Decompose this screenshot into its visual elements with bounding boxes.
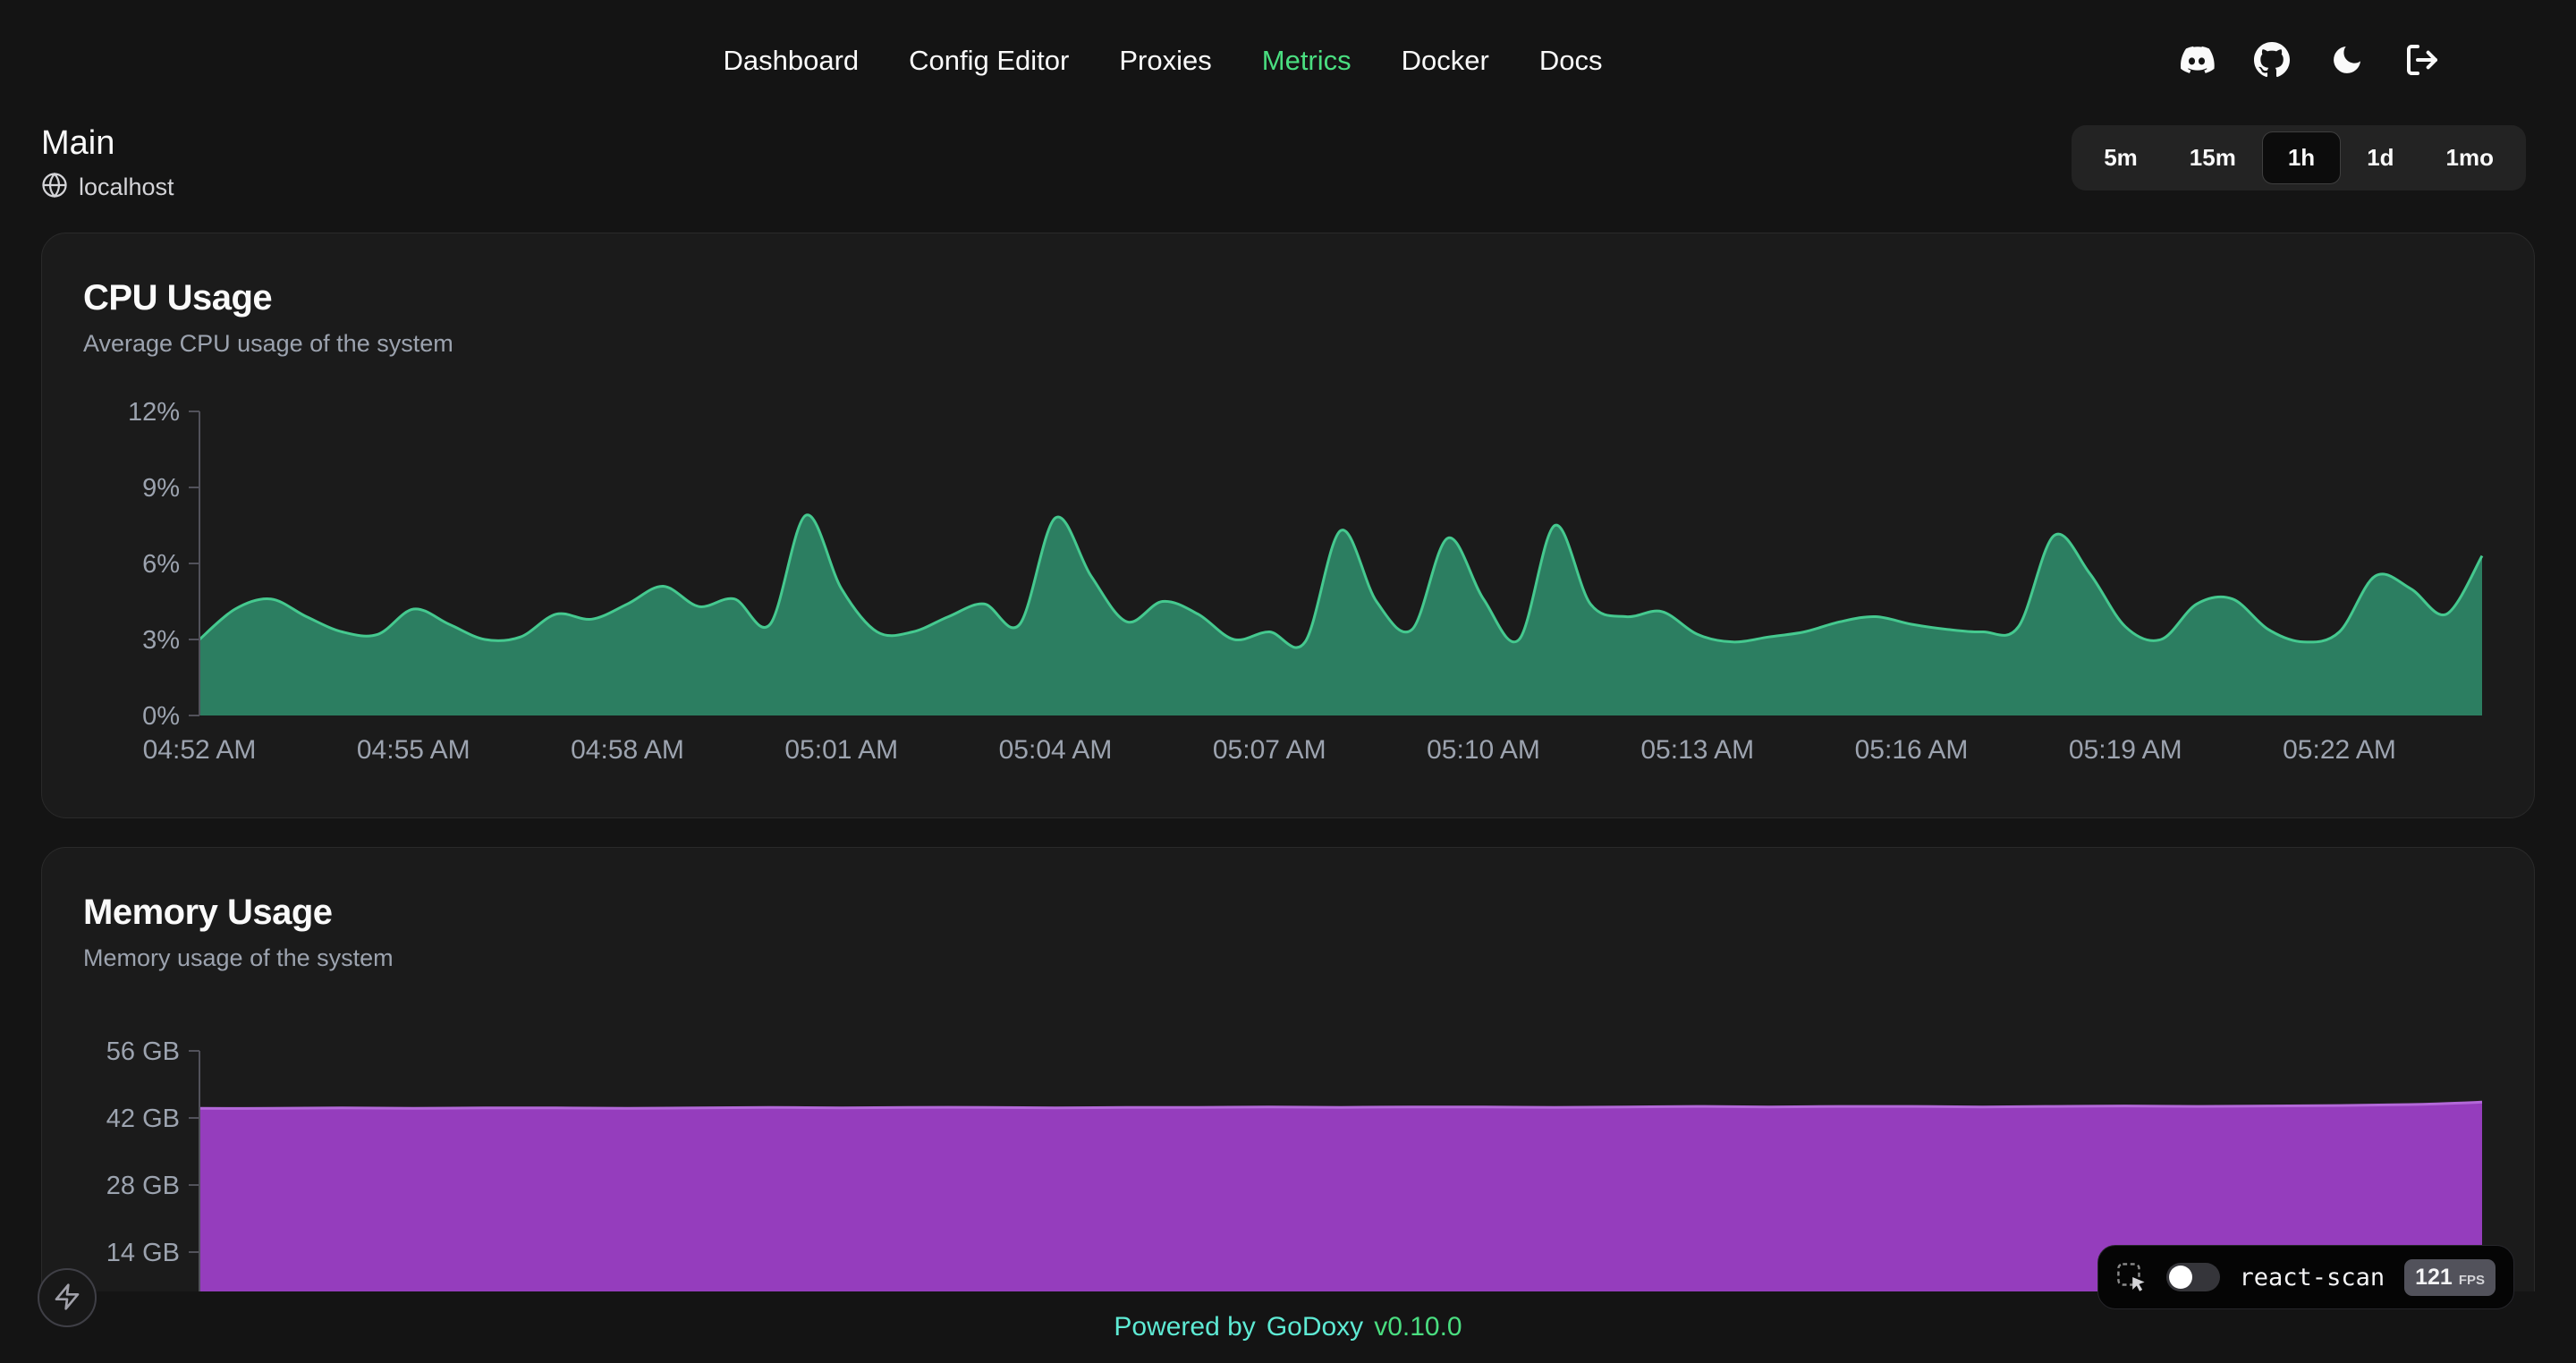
cpu-y-tick-label: 9% bbox=[142, 474, 180, 503]
memory-y-tick-label: 56 GB bbox=[106, 1037, 180, 1066]
theme-toggle-button[interactable] bbox=[2327, 41, 2367, 80]
main-nav: Dashboard Config Editor Proxies Metrics … bbox=[724, 45, 1603, 77]
time-range-1d[interactable]: 1d bbox=[2341, 131, 2419, 184]
memory-card-title: Memory Usage bbox=[83, 893, 2493, 933]
page-title: Main bbox=[41, 122, 174, 165]
fps-badge: 121 FPS bbox=[2404, 1259, 2496, 1296]
github-button[interactable] bbox=[2252, 41, 2292, 80]
cpu-x-tick-label: 05:04 AM bbox=[999, 735, 1113, 765]
top-icon-group bbox=[2177, 0, 2442, 122]
cpu-y-tick-label: 12% bbox=[128, 398, 180, 427]
fps-unit: FPS bbox=[2459, 1273, 2485, 1288]
time-range-5m[interactable]: 5m bbox=[2078, 131, 2164, 184]
time-range-1h[interactable]: 1h bbox=[2262, 131, 2341, 184]
nav-docs[interactable]: Docs bbox=[1539, 45, 1603, 77]
host-row: localhost bbox=[41, 172, 174, 203]
discord-icon bbox=[2179, 42, 2215, 80]
cpu-usage-chart: 0% 3% 6% 9% 12% 04:52 AM 04:55 AM 04:58 AM 05:01… bbox=[83, 394, 2496, 778]
memory-y-tick-label: 42 GB bbox=[106, 1105, 180, 1133]
globe-icon bbox=[41, 172, 68, 203]
cpu-x-tick-label: 05:22 AM bbox=[2283, 735, 2396, 765]
cpu-x-tick-label: 05:19 AM bbox=[2069, 735, 2182, 765]
memory-card-subtitle: Memory usage of the system bbox=[83, 944, 2493, 972]
title-block: Main localhost bbox=[41, 122, 174, 203]
nav-docker[interactable]: Docker bbox=[1402, 45, 1489, 77]
quick-actions-button[interactable] bbox=[38, 1268, 97, 1327]
cpu-y-tick-label: 3% bbox=[142, 626, 180, 655]
page-header: Main localhost 5m 15m 1h 1d 1mo bbox=[0, 122, 2576, 203]
top-bar: Dashboard Config Editor Proxies Metrics … bbox=[0, 0, 2576, 122]
cpu-usage-card: CPU Usage Average CPU usage of the syste… bbox=[41, 233, 2535, 818]
time-range-15m[interactable]: 15m bbox=[2164, 131, 2262, 184]
inspect-icon[interactable] bbox=[2116, 1262, 2147, 1292]
time-range-1mo[interactable]: 1mo bbox=[2420, 131, 2520, 184]
memory-y-tick-label: 28 GB bbox=[106, 1172, 180, 1200]
cpu-x-tick-label: 05:13 AM bbox=[1640, 735, 1754, 765]
logout-button[interactable] bbox=[2402, 41, 2442, 80]
logout-icon bbox=[2404, 42, 2440, 80]
memory-y-tick-label: 14 GB bbox=[106, 1239, 180, 1267]
time-range-selector: 5m 15m 1h 1d 1mo bbox=[2072, 125, 2526, 190]
react-scan-label: react-scan bbox=[2240, 1264, 2385, 1291]
cpu-x-tick-label: 05:16 AM bbox=[1855, 735, 1969, 765]
powered-by-text: Powered by bbox=[1114, 1312, 1255, 1342]
cpu-card-subtitle: Average CPU usage of the system bbox=[83, 329, 2493, 358]
cpu-x-tick-label: 04:55 AM bbox=[357, 735, 470, 765]
react-scan-toggle[interactable] bbox=[2166, 1263, 2220, 1291]
zap-icon bbox=[53, 1283, 81, 1314]
godoxy-link[interactable]: GoDoxy bbox=[1267, 1312, 1363, 1342]
toggle-knob bbox=[2169, 1266, 2192, 1289]
cpu-x-tick-label: 04:58 AM bbox=[571, 735, 684, 765]
cpu-x-tick-label: 05:10 AM bbox=[1427, 735, 1540, 765]
cpu-x-tick-label: 05:01 AM bbox=[784, 735, 898, 765]
react-scan-toolbar[interactable]: react-scan 121 FPS bbox=[2097, 1245, 2514, 1309]
fps-value: 121 bbox=[2415, 1265, 2453, 1291]
moon-icon bbox=[2329, 42, 2365, 80]
cpu-card-title: CPU Usage bbox=[83, 278, 2493, 318]
cpu-x-tick-label: 04:52 AM bbox=[143, 735, 257, 765]
version-link[interactable]: v0.10.0 bbox=[1374, 1312, 1462, 1342]
cpu-area-series bbox=[199, 515, 2482, 715]
cpu-y-tick-label: 0% bbox=[142, 702, 180, 731]
nav-dashboard[interactable]: Dashboard bbox=[724, 45, 860, 77]
cpu-y-tick-label: 6% bbox=[142, 550, 180, 579]
nav-metrics[interactable]: Metrics bbox=[1262, 45, 1352, 77]
github-icon bbox=[2254, 42, 2290, 80]
discord-button[interactable] bbox=[2177, 41, 2216, 80]
nav-proxies[interactable]: Proxies bbox=[1119, 45, 1211, 77]
host-name: localhost bbox=[79, 174, 174, 201]
cpu-x-tick-label: 05:07 AM bbox=[1213, 735, 1326, 765]
nav-config-editor[interactable]: Config Editor bbox=[909, 45, 1069, 77]
